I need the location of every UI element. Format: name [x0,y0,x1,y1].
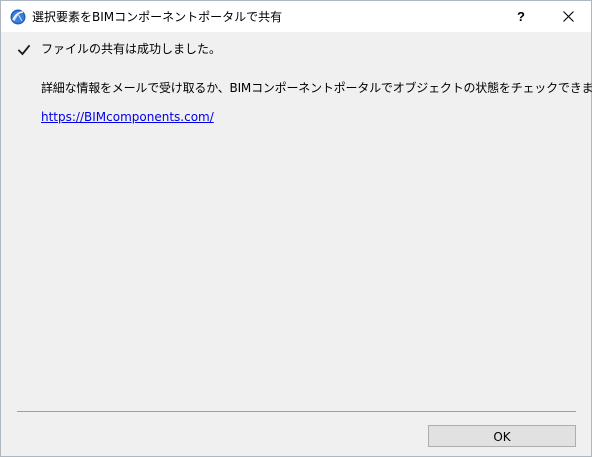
title-bar[interactable]: 選択要素をBIMコンポーネントポータルで共有 ? [1,1,591,32]
archicad-icon [10,9,26,25]
help-label: ? [517,9,525,24]
footer-divider [17,411,576,412]
check-icon [17,42,31,56]
window-title: 選択要素をBIMコンポーネントポータルで共有 [32,10,283,24]
help-button[interactable]: ? [498,1,544,32]
share-dialog: 選択要素をBIMコンポーネントポータルで共有 ? ファイルの共有は成功しました。… [0,0,592,457]
dialog-content: ファイルの共有は成功しました。 詳細な情報をメールで受け取るか、BIMコンポーネ… [1,32,592,456]
portal-link[interactable]: https://BIMcomponents.com/ [41,108,214,126]
status-row: ファイルの共有は成功しました。 [17,40,221,58]
close-button[interactable] [545,1,591,32]
ok-button[interactable]: OK [428,425,576,447]
info-message: 詳細な情報をメールで受け取るか、BIMコンポーネントポータルでオブジェクトの状態… [41,81,592,95]
close-icon [562,7,574,26]
status-message: ファイルの共有は成功しました。 [41,42,222,56]
